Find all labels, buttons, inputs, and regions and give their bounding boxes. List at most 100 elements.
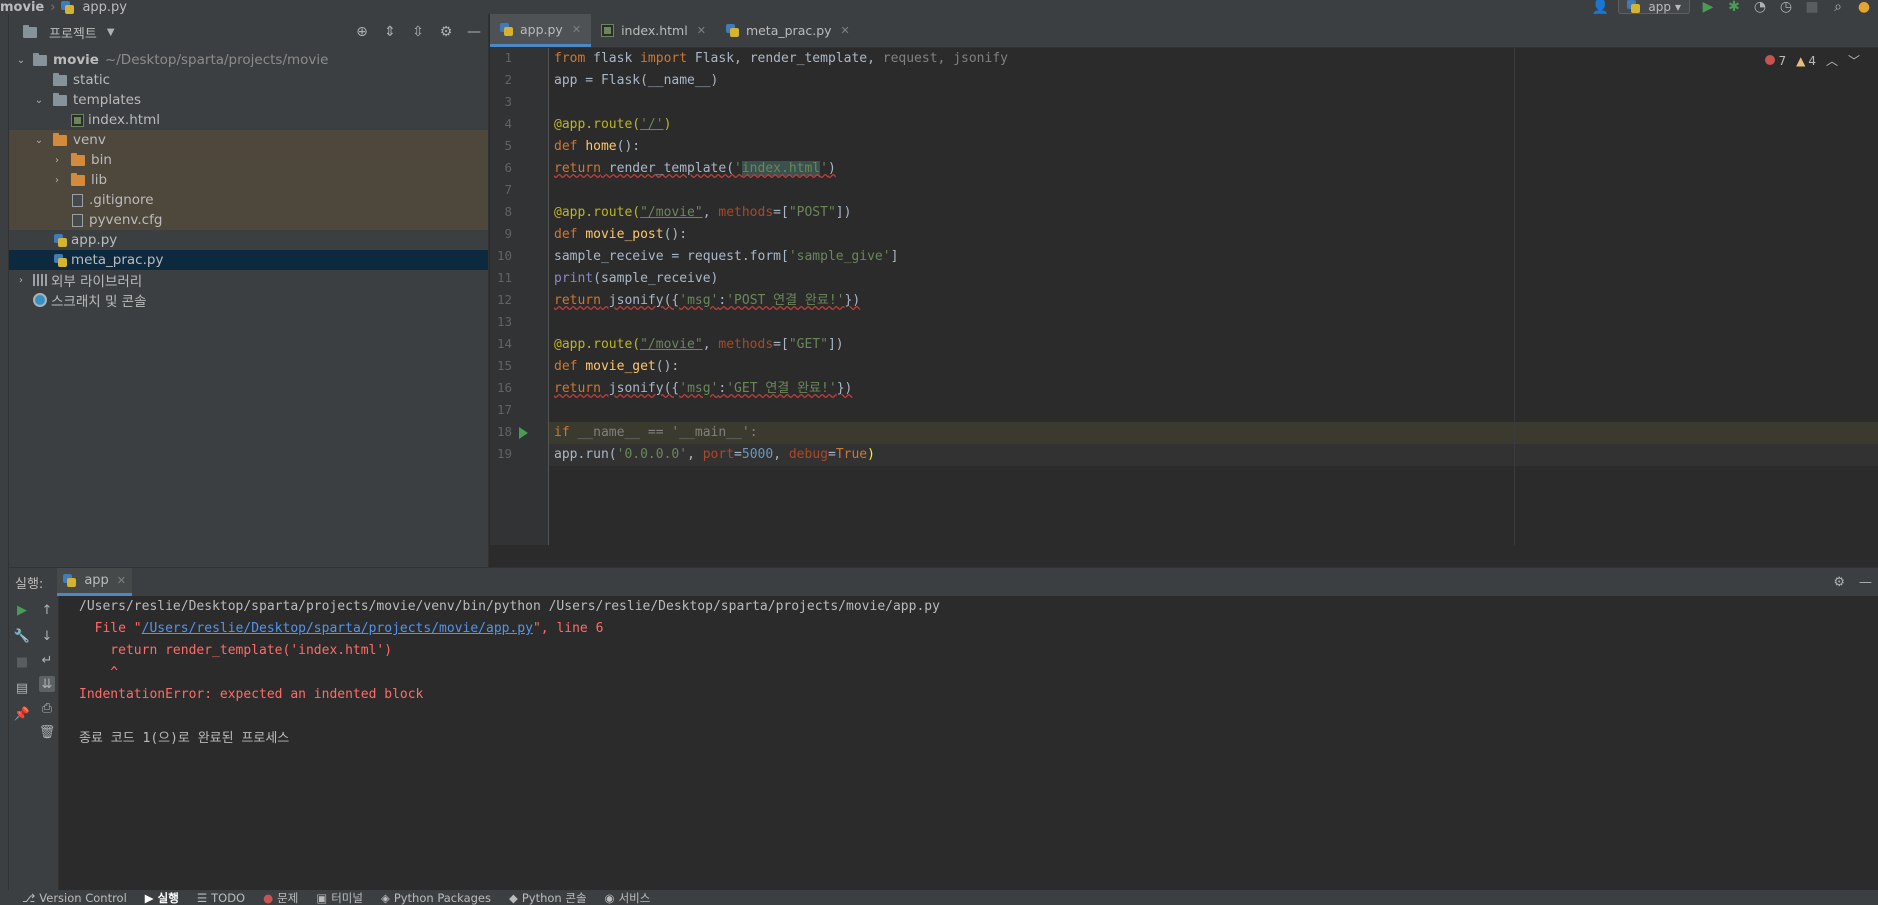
code-editor[interactable]: 1 2 3 4 5 6 7 8 9 10 11 12 13 14 15 16 1… — [490, 48, 1878, 545]
rerun-icon[interactable]: ▶ — [14, 602, 30, 618]
tool-window-version-control[interactable]: ⎇ Version Control — [22, 891, 127, 905]
tool-window-run[interactable]: ▶ 실행 — [145, 890, 179, 905]
tree-item-movie[interactable]: ⌄ movie ~/Desktop/sparta/projects/movie — [9, 50, 488, 70]
python-file-icon — [61, 0, 75, 14]
line-number: 6 — [504, 160, 512, 175]
line-number: 10 — [496, 248, 512, 263]
chevron-down-icon[interactable]: ▼ — [107, 27, 115, 38]
run-configuration-select[interactable]: app ▾ — [1618, 0, 1690, 14]
gear-icon[interactable]: ⚙ — [438, 24, 454, 40]
line-number: 4 — [504, 116, 512, 131]
chevron-down-icon[interactable]: ﹀ — [1848, 52, 1860, 69]
collapse-all-icon[interactable]: ⇳ — [410, 24, 426, 40]
code-line-6: return render_template('index.html') — [554, 161, 836, 176]
config-file-icon — [72, 213, 83, 227]
stop-icon[interactable]: ■ — [14, 654, 30, 670]
locate-icon[interactable]: ⊕ — [354, 24, 370, 40]
debug-icon[interactable]: ✱ — [1726, 0, 1742, 15]
branch-icon: ⎇ — [22, 890, 36, 905]
tree-item-meta-prac-py[interactable]: meta_prac.py — [9, 250, 488, 270]
console-traceback-file: File "/Users/reslie/Desktop/sparta/proje… — [79, 621, 604, 636]
search-icon[interactable]: ⌕ — [1830, 0, 1846, 15]
console-command: /Users/reslie/Desktop/sparta/projects/mo… — [79, 599, 940, 614]
stop-icon[interactable]: ■ — [1804, 0, 1820, 15]
close-icon[interactable]: ✕ — [572, 23, 581, 36]
tree-item-bin[interactable]: › bin — [9, 150, 488, 170]
tree-item-gitignore[interactable]: .gitignore — [9, 190, 488, 210]
close-icon[interactable]: ✕ — [841, 24, 850, 37]
chevron-down-icon: ⌄ — [34, 94, 44, 106]
run-tab-app[interactable]: app ✕ — [57, 568, 133, 596]
tree-item-lib[interactable]: › lib — [9, 170, 488, 190]
folder-icon — [71, 152, 85, 166]
wrench-icon[interactable]: 🔧 — [14, 628, 30, 644]
expand-all-icon[interactable]: ⇕ — [382, 24, 398, 40]
minimize-icon[interactable]: — — [466, 24, 482, 40]
print-icon[interactable]: ⎙ — [39, 700, 55, 716]
console-traceback-code: return render_template('index.html') — [79, 643, 393, 658]
error-icon — [1765, 54, 1776, 65]
layout-icon[interactable]: ▤ — [14, 680, 30, 696]
notification-icon[interactable]: ● — [1856, 0, 1872, 15]
gear-icon[interactable]: ⚙ — [1833, 575, 1845, 590]
close-icon[interactable]: ✕ — [117, 574, 126, 587]
run-gutter-icon[interactable] — [519, 427, 528, 439]
tree-item-label: meta_prac.py — [71, 252, 164, 268]
tab-meta-prac-py[interactable]: meta_prac.py ✕ — [716, 14, 860, 47]
breadcrumb-file[interactable]: app.py — [61, 0, 127, 15]
pin-icon[interactable]: 📌 — [14, 706, 30, 722]
soft-wrap-icon[interactable]: ↵ — [39, 652, 55, 668]
trash-icon[interactable]: 🗑 — [39, 724, 56, 740]
tool-window-problems[interactable]: ● 문제 — [263, 890, 298, 905]
tool-window-services[interactable]: ◉ 서비스 — [605, 890, 651, 905]
traceback-file-link[interactable]: /Users/reslie/Desktop/sparta/projects/mo… — [142, 621, 533, 636]
tool-window-python-packages[interactable]: ◈ Python Packages — [381, 891, 491, 905]
code-line-9: def movie_post(): — [554, 227, 688, 242]
line-number: 13 — [496, 314, 512, 329]
services-icon: ◉ — [604, 890, 615, 905]
line-number: 5 — [504, 138, 512, 153]
line-number: 9 — [504, 226, 512, 241]
tool-window-terminal[interactable]: ▣ 터미널 — [316, 890, 363, 905]
coverage-icon[interactable]: ◔ — [1752, 0, 1768, 15]
tab-app-py[interactable]: app.py ✕ — [490, 14, 592, 47]
arrow-up-icon[interactable]: ↑ — [39, 602, 55, 618]
list-icon: ☰ — [196, 890, 208, 905]
tree-item-external-libraries[interactable]: › 외부 라이브러리 — [9, 270, 488, 290]
tool-window-todo[interactable]: ☰ TODO — [197, 891, 245, 905]
chevron-right-icon: › — [55, 174, 59, 186]
run-icon[interactable]: ▶ — [1700, 0, 1716, 15]
line-number: 17 — [496, 402, 512, 417]
console-output[interactable]: /Users/reslie/Desktop/sparta/projects/mo… — [79, 596, 1878, 890]
tool-window-python-console[interactable]: ◆ Python 콘솔 — [509, 890, 587, 905]
inspection-widget[interactable]: 7 ▲ 4 ︿ ﹀ — [1765, 52, 1860, 69]
project-panel-title[interactable]: 프로젝트 — [49, 23, 97, 42]
chevron-up-icon[interactable]: ︿ — [1826, 52, 1838, 69]
tree-item-venv[interactable]: ⌄ venv — [9, 130, 488, 150]
project-panel-tools: ⊕ ⇕ ⇳ ⚙ — — [354, 14, 482, 50]
python-file-icon — [63, 574, 77, 587]
code-line-5: def home(): — [554, 139, 641, 154]
tree-item-templates[interactable]: ⌄ templates — [9, 90, 488, 110]
minimize-icon[interactable]: — — [1859, 575, 1872, 590]
tree-item-pyvenv-cfg[interactable]: pyvenv.cfg — [9, 210, 488, 230]
tab-label: meta_prac.py — [745, 23, 832, 38]
tree-item-app-py[interactable]: app.py — [9, 230, 488, 250]
run-panel-header: 실행: app ✕ ⚙ — — [9, 568, 1878, 596]
python-file-icon — [54, 233, 67, 247]
scroll-to-end-icon[interactable]: ⇊ — [39, 676, 55, 692]
close-icon[interactable]: ✕ — [697, 24, 706, 37]
tree-item-index-html[interactable]: index.html — [9, 110, 488, 130]
profile-icon[interactable]: ◷ — [1778, 0, 1794, 15]
tree-item-scratches[interactable]: 스크래치 및 콘솔 — [9, 290, 488, 310]
run-configuration-label: app — [1648, 0, 1671, 14]
line-number: 3 — [504, 94, 512, 109]
arrow-down-icon[interactable]: ↓ — [39, 628, 55, 644]
user-icon[interactable]: 👤 — [1592, 0, 1609, 15]
tab-index-html[interactable]: index.html ✕ — [591, 14, 716, 47]
chevron-down-icon: ⌄ — [16, 54, 26, 66]
tree-item-static[interactable]: static — [9, 70, 488, 90]
chevron-right-icon: › — [19, 274, 23, 286]
code-line-10: sample_receive = request.form['sample_gi… — [554, 249, 899, 264]
breadcrumb-project[interactable]: movie — [0, 0, 44, 15]
